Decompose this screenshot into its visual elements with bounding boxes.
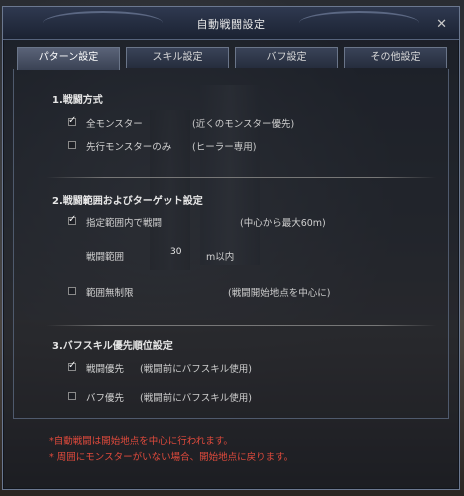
- aggressive-only-note: (ヒーラー専用): [192, 142, 257, 153]
- warning-text-2: * 周囲にモンスターがいない場合、開始地点に戻ります。: [49, 452, 294, 463]
- auto-battle-settings-window: 自動戦闘設定 ✕ パターン設定 スキル設定 バフ設定 その他設定 1.戦闘方式 …: [2, 6, 460, 490]
- range-limit-note: (中心から最大60m): [240, 218, 326, 229]
- title-bar[interactable]: 自動戦闘設定 ✕: [3, 7, 459, 40]
- close-icon[interactable]: ✕: [436, 18, 447, 31]
- buff-priority-label: バフ優先: [86, 393, 125, 404]
- section-range-title: 2.戦闘範囲およびターゲット設定: [52, 196, 203, 207]
- section-divider-2: [46, 325, 436, 326]
- window-title: 自動戦闘設定: [196, 18, 266, 31]
- all-monsters-checkbox[interactable]: [68, 115, 76, 126]
- battle-priority-checkbox[interactable]: [68, 360, 76, 371]
- section-divider-1: [46, 177, 436, 178]
- tab-other-settings[interactable]: その他設定: [344, 47, 447, 68]
- battle-priority-note: (戦闘前にバフスキル使用): [140, 364, 252, 375]
- range-distance-input[interactable]: 30: [170, 247, 181, 257]
- range-limit-label: 指定範囲内で戦闘: [86, 218, 163, 229]
- buff-priority-note: (戦闘前にバフスキル使用): [140, 393, 252, 404]
- tab-pattern-settings[interactable]: パターン設定: [17, 47, 120, 70]
- aggressive-only-label: 先行モンスターのみ: [86, 142, 172, 153]
- range-distance-label: 戦闘範囲: [86, 252, 125, 263]
- range-limit-checkbox[interactable]: [68, 214, 76, 225]
- tab-bar: パターン設定 スキル設定 バフ設定 その他設定: [17, 47, 449, 70]
- unlimited-range-checkbox[interactable]: [68, 287, 76, 295]
- section-battle-mode-title: 1.戦闘方式: [52, 95, 103, 106]
- tab-content: 1.戦闘方式 全モンスター (近くのモンスター優先) 先行モンスターのみ (ヒー…: [13, 69, 449, 419]
- tab-buff-settings[interactable]: バフ設定: [235, 47, 338, 68]
- range-distance-unit: m以内: [206, 252, 235, 263]
- unlimited-range-note: (戦闘開始地点を中心に): [228, 288, 331, 299]
- warning-text-1: *自動戦闘は開始地点を中心に行われます。: [49, 436, 233, 447]
- unlimited-range-label: 範囲無制限: [86, 288, 134, 299]
- all-monsters-label: 全モンスター: [86, 119, 143, 130]
- battle-priority-label: 戦闘優先: [86, 364, 125, 375]
- section-buff-priority-title: 3.バフスキル優先順位設定: [52, 341, 173, 352]
- aggressive-only-checkbox[interactable]: [68, 141, 76, 149]
- all-monsters-note: (近くのモンスター優先): [192, 119, 295, 130]
- tab-skill-settings[interactable]: スキル設定: [126, 47, 229, 68]
- buff-priority-checkbox[interactable]: [68, 392, 76, 400]
